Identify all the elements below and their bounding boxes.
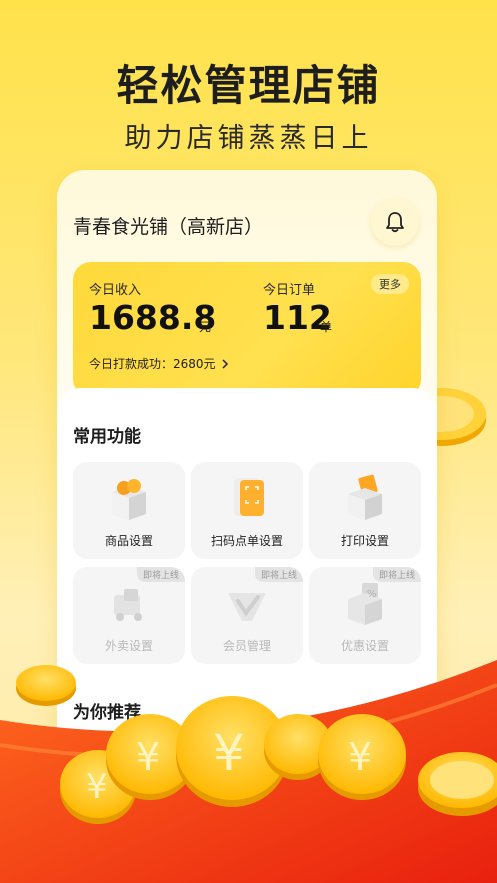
discount-icon: % — [348, 583, 382, 625]
tile-label: 打印设置 — [340, 534, 389, 548]
tile-print-settings[interactable]: 打印设置 — [309, 462, 421, 559]
functions-title: 常用功能 — [73, 427, 141, 447]
app-card: 青春食光铺（高新店） 今日收入 1688.8 元 今日订单 112 单 更多 今… — [57, 170, 437, 883]
payout-text: 今日打款成功：2680元 — [89, 357, 216, 371]
tile-label: 商品设置 — [104, 534, 153, 548]
tile-discount-settings: 即将上线 % 优惠设置 — [309, 567, 421, 664]
delivery-icon — [114, 589, 142, 621]
orders-unit: 单 — [320, 320, 333, 334]
member-icon — [228, 593, 266, 621]
scan-order-icon — [234, 478, 264, 516]
headline: 轻松管理店铺 — [116, 61, 381, 110]
more-button[interactable]: 更多 — [371, 274, 409, 294]
income-value: 1688.8 — [89, 298, 217, 337]
svg-text:%: % — [367, 589, 377, 600]
orders-label: 今日订单 — [263, 283, 316, 298]
bell-icon — [386, 212, 404, 233]
income-unit: 元 — [199, 320, 212, 334]
subline: 助力店铺蒸蒸日上 — [124, 123, 373, 154]
notification-button[interactable] — [371, 198, 419, 246]
tile-product-settings[interactable]: 商品设置 — [73, 462, 185, 559]
recommend-title: 为你推荐 — [73, 703, 141, 723]
tile-label: 外卖设置 — [104, 639, 153, 653]
today-stats-panel: 今日收入 1688.8 元 今日订单 112 单 更多 今日打款成功：2680元 — [73, 262, 421, 397]
tile-label: 会员管理 — [222, 639, 271, 653]
chevron-right-icon — [222, 358, 228, 369]
tile-label: 优惠设置 — [340, 639, 389, 653]
tile-member-management: 即将上线 会员管理 — [191, 567, 303, 664]
store-name: 青春食光铺（高新店） — [73, 216, 264, 238]
common-functions-panel: 常用功能 商品设置 扫码点单设置 打印设置 即将上线 外卖设置 即将上线 会员管… — [57, 388, 437, 883]
income-label: 今日收入 — [89, 283, 142, 298]
tile-scan-order-settings[interactable]: 扫码点单设置 — [191, 462, 303, 559]
tile-delivery-settings: 即将上线 外卖设置 — [73, 567, 185, 664]
product-box-icon — [112, 479, 146, 520]
tile-label: 扫码点单设置 — [210, 534, 283, 548]
payout-link[interactable]: 今日打款成功：2680元 — [89, 355, 230, 372]
printer-box-icon — [348, 474, 382, 520]
